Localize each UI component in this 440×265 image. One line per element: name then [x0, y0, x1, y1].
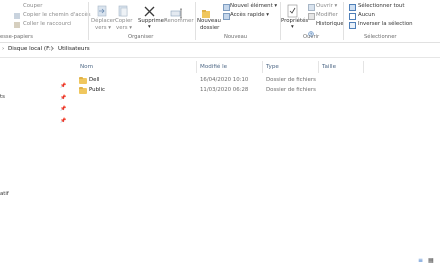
ribbon: Couper Copier le chemin d'accès Coller l… — [0, 0, 440, 43]
folder-icon — [79, 86, 87, 94]
breadcrumb-utilisateurs[interactable]: Utilisateurs — [58, 46, 90, 53]
select-all-icon — [349, 4, 356, 11]
move-to-icon — [96, 3, 108, 17]
pin-icon[interactable]: 📌 — [60, 106, 66, 112]
column-header-name[interactable]: Nom — [80, 64, 93, 70]
delete-button[interactable]: Supprimer — [138, 18, 166, 25]
rename-icon — [170, 4, 183, 19]
copy-to-icon — [117, 3, 129, 17]
edit-icon — [308, 13, 315, 20]
column-header-type[interactable]: Type — [266, 64, 279, 70]
paste-shortcut-button[interactable]: Coller le raccourci — [23, 21, 72, 28]
column-divider[interactable] — [262, 61, 263, 73]
select-none-icon — [349, 13, 356, 20]
new-folder-icon — [201, 4, 211, 18]
table-row[interactable]: Dell 16/04/2020 10:10 Dossier de fichier… — [76, 76, 366, 86]
new-folder-button[interactable]: Nouveau — [197, 18, 221, 25]
paste-shortcut-icon — [14, 22, 20, 28]
pin-icon[interactable]: 📌 — [60, 95, 66, 101]
cut-button[interactable]: Couper — [23, 3, 42, 10]
select-all-button[interactable]: Sélectionner tout — [358, 3, 404, 10]
tiles-view-icon[interactable]: ▦ — [428, 257, 434, 264]
clipboard-group-label: esse-papiers — [0, 34, 33, 40]
open-icon — [308, 4, 315, 11]
copy-path-button[interactable]: Copier le chemin d'accès — [23, 12, 91, 19]
breadcrumb-separator: › — [2, 46, 5, 52]
pin-icon[interactable]: 📌 — [60, 83, 66, 89]
pin-icon[interactable]: 📌 — [60, 118, 66, 124]
new-item-button[interactable]: Nouvel élément ▾ — [230, 3, 277, 10]
address-bar[interactable]: › Disque local (F:) › Utilisateurs — [0, 43, 440, 58]
history-button[interactable]: Historique — [316, 21, 344, 28]
quick-access-icon — [223, 13, 230, 20]
file-modified: 11/03/2020 06:28 — [200, 87, 249, 93]
select-none-button[interactable]: Aucun — [358, 12, 375, 19]
invert-selection-icon — [349, 22, 356, 29]
properties-arrow: ▾ — [291, 24, 294, 30]
delete-icon — [143, 3, 156, 17]
folder-icon — [79, 76, 87, 84]
properties-button[interactable]: Propriétés — [281, 18, 308, 25]
navigation-pane: 📌 ts 📌 📌 📌 atif — [0, 58, 70, 265]
rename-button[interactable]: Renommer — [164, 18, 194, 25]
column-header-size[interactable]: Taille — [322, 64, 336, 70]
organiser-group-label: Organiser — [128, 34, 154, 40]
edit-button[interactable]: Modifier — [316, 12, 338, 19]
invert-selection-button[interactable]: Inverser la sélection — [358, 21, 413, 28]
copy-to-arrow: vers ▾ — [116, 25, 132, 31]
nav-item[interactable]: atif — [0, 191, 9, 198]
divider — [88, 2, 89, 40]
divider — [195, 2, 196, 40]
copy-to-button[interactable]: Copier — [115, 18, 133, 25]
column-divider[interactable] — [363, 61, 364, 73]
file-name: Dell — [89, 77, 100, 83]
move-to-button[interactable]: Déplacer — [91, 18, 115, 25]
properties-icon — [287, 3, 298, 18]
nouveau-group-label: Nouveau — [224, 34, 248, 40]
quick-access-button[interactable]: Accès rapide ▾ — [230, 12, 269, 19]
copy-path-icon — [14, 13, 20, 19]
nav-item[interactable]: ts — [0, 94, 5, 101]
details-view-icon[interactable]: ≡ — [418, 257, 423, 264]
new-item-icon — [223, 4, 230, 11]
history-icon — [308, 22, 314, 37]
breadcrumb-disque-local[interactable]: Disque local (F:) — [8, 46, 53, 53]
file-name: Public — [89, 87, 105, 93]
selectionner-group-label: Sélectionner — [364, 34, 397, 40]
divider — [343, 2, 344, 40]
column-divider[interactable] — [318, 61, 319, 73]
column-header-modified[interactable]: Modifié le — [200, 64, 227, 70]
file-type: Dossier de fichiers — [266, 77, 316, 83]
column-divider[interactable] — [196, 61, 197, 73]
new-folder-label-2: dossier — [200, 25, 220, 31]
cut-icon — [14, 4, 20, 19]
delete-arrow: ▾ — [148, 24, 151, 30]
open-button[interactable]: Ouvrir ▾ — [316, 3, 337, 10]
breadcrumb-separator: › — [52, 46, 55, 52]
move-to-arrow: vers ▾ — [95, 25, 111, 31]
table-row[interactable]: Public 11/03/2020 06:28 Dossier de fichi… — [76, 86, 366, 96]
file-type: Dossier de fichiers — [266, 87, 316, 93]
ouvrir-group-label: Ouvrir — [303, 34, 320, 40]
file-modified: 16/04/2020 10:10 — [200, 77, 249, 83]
